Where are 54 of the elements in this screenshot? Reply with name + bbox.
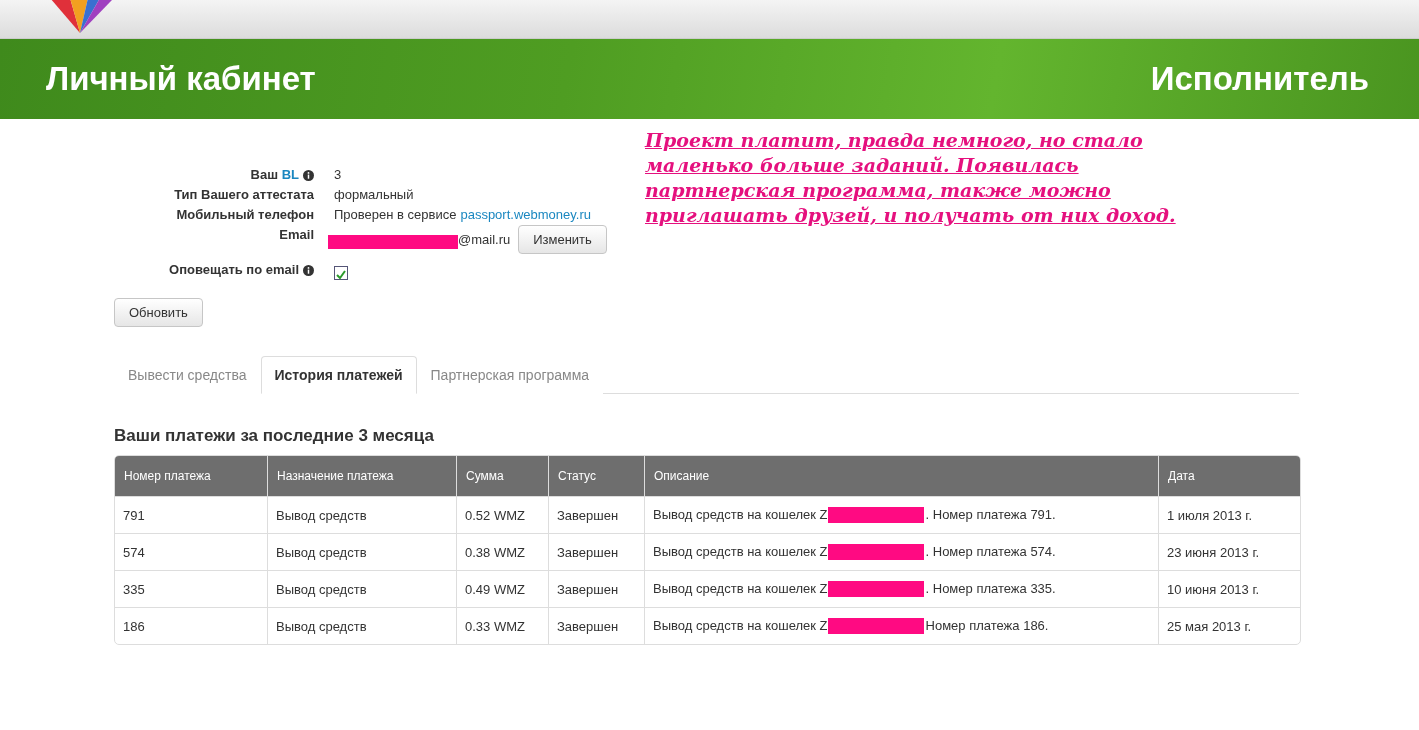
column-header: Статус [548, 456, 644, 496]
table-cell: Вывод средств [267, 607, 456, 644]
table-cell: 0.52 WMZ [456, 496, 548, 533]
passport-link[interactable]: passport.webmoney.ru [460, 205, 591, 225]
update-button[interactable]: Обновить [114, 298, 203, 327]
cell-text: Вывод средств на кошелек Z [653, 617, 828, 633]
cell-text: Номер платежа 186. [925, 617, 1049, 633]
field-value: 3 [334, 166, 342, 184]
table-cell: 335 [115, 570, 267, 607]
cell-text: . Номер платежа 574. [925, 543, 1056, 559]
table-cell: 10 июня 2013 г. [1158, 570, 1300, 607]
info-icon [303, 264, 314, 276]
field-value: Проверен в сервисе [334, 206, 457, 224]
cell-text: . Номер платежа 791. [925, 506, 1056, 522]
field-label: Мобильный телефон [176, 206, 314, 224]
column-header: Описание [644, 456, 1158, 496]
table-cell: 23 июня 2013 г. [1158, 533, 1300, 570]
table-cell: Завершен [548, 570, 644, 607]
table-cell: 791 [115, 496, 267, 533]
field-value: формальный [334, 186, 414, 204]
cell-text: Вывод средств на кошелек Z [653, 543, 828, 559]
field-label: Тип Вашего аттестата [174, 186, 314, 204]
field-label: Оповещать по email [169, 261, 299, 279]
email-domain: @mail.ru [458, 230, 511, 249]
table-cell: 0.49 WMZ [456, 570, 548, 607]
info-icon [303, 169, 314, 181]
table-cell: 0.33 WMZ [456, 607, 548, 644]
section-heading: Ваши платежи за последние 3 месяца [114, 426, 435, 446]
table-cell: Завершен [548, 496, 644, 533]
column-header: Сумма [456, 456, 548, 496]
table-cell: Вывод средств [267, 570, 456, 607]
table-cell: 574 [115, 533, 267, 570]
role-title: Исполнитель [1150, 60, 1369, 98]
field-label: Ваш BL [250, 166, 299, 184]
checkbox[interactable] [334, 266, 348, 280]
column-header: Назначение платежа [267, 456, 456, 496]
cell-text: Вывод средств на кошелек Z [653, 506, 828, 522]
cell-text: . Номер платежа 335. [925, 580, 1056, 596]
field-label: Email [279, 226, 314, 244]
cell-text: Вывод средств на кошелек Z [653, 580, 828, 596]
table-cell: Вывод средств [267, 533, 456, 570]
page-title: Личный кабинет [46, 60, 316, 98]
column-header: Дата [1158, 456, 1300, 496]
tab[interactable]: История платежей [260, 356, 417, 394]
table-cell: 1 июля 2013 г. [1158, 496, 1300, 533]
change-button[interactable]: Изменить [518, 225, 607, 254]
table-cell: 186 [115, 607, 267, 644]
table-cell: 0.38 WMZ [456, 533, 548, 570]
table-cell: Вывод средств [267, 496, 456, 533]
table-cell: 25 мая 2013 г. [1158, 607, 1300, 644]
column-header: Номер платежа [115, 456, 267, 496]
table-cell: Завершен [548, 607, 644, 644]
table-cell: Завершен [548, 533, 644, 570]
annotation-text: Проект платит, правда немного, но стало маленько больше заданий. Появилась партнерская программа, также можно приглашать друзей, и получать от них доход. [645, 128, 1176, 228]
